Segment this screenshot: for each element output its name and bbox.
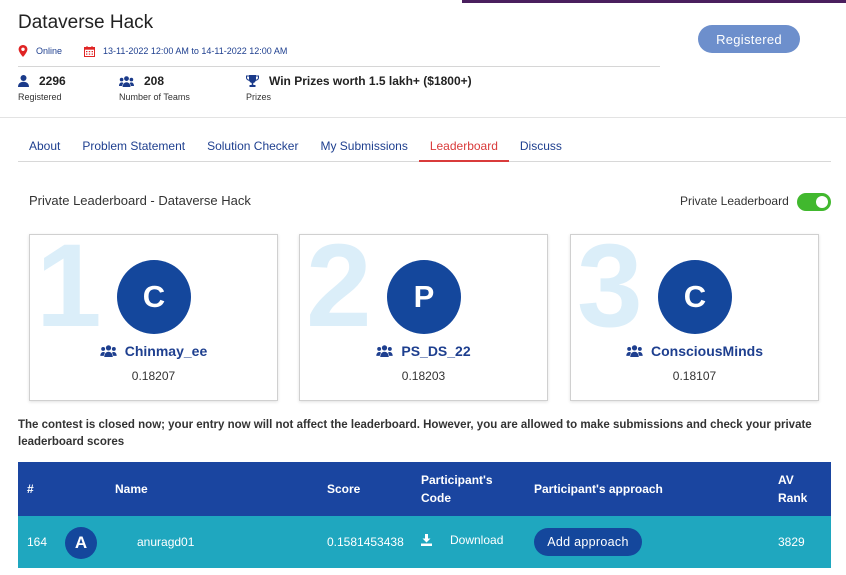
page-title: Dataverse Hack: [18, 12, 154, 33]
team-score: 0.18203: [401, 369, 446, 383]
team-name: Chinmay_ee: [124, 343, 208, 359]
trophy-icon: [246, 75, 259, 87]
team-name-row[interactable]: PS_DS_22: [300, 343, 547, 359]
stat-value: Win Prizes worth 1.5 lakh+ ($1800+): [269, 74, 472, 88]
header-name: Name: [115, 482, 148, 496]
row-rank: 164: [27, 535, 48, 549]
tab-about[interactable]: About: [18, 131, 71, 162]
tab-solution-checker[interactable]: Solution Checker: [196, 131, 309, 162]
contest-dates: 13-11-2022 12:00 AM to 14-11-2022 12:00 …: [103, 46, 288, 56]
header-code-line1: Participant's: [421, 473, 493, 487]
stat-teams: 208 Number of Teams: [119, 74, 190, 102]
team-name-row[interactable]: ConsciousMinds: [571, 343, 818, 359]
stat-label: Number of Teams: [119, 92, 190, 102]
contest-mode: Online: [36, 46, 63, 56]
row-av-rank: 3829: [778, 535, 805, 549]
download-label: Download: [450, 533, 504, 547]
table-row: 164 A anuragd01 0.1581453438 Download Ad…: [18, 516, 831, 568]
row-score: 0.1581453438: [327, 535, 404, 549]
leaderboard-table-header: # Name Score Participant's Code Particip…: [18, 462, 831, 516]
header-score: Score: [327, 482, 361, 496]
stat-value: 2296: [39, 74, 66, 88]
avatar: C: [117, 260, 191, 334]
users-icon: [626, 345, 643, 357]
header-divider: [18, 66, 660, 67]
leaderboard-title: Private Leaderboard - Dataverse Hack: [29, 193, 251, 208]
location-pin-icon: [18, 45, 28, 57]
header-av-line2: Rank: [778, 491, 808, 505]
download-icon: [421, 534, 432, 546]
toggle-label: Private Leaderboard: [680, 194, 789, 208]
header-av-line1: AV: [778, 473, 794, 487]
podium-card-1: 1 C Chinmay_ee 0.18207: [29, 234, 278, 401]
tab-my-submissions[interactable]: My Submissions: [309, 131, 418, 162]
stat-prizes: Win Prizes worth 1.5 lakh+ ($1800+) Priz…: [246, 74, 472, 102]
team-name: ConsciousMinds: [650, 343, 763, 359]
team-name: PS_DS_22: [401, 343, 471, 359]
user-icon: [18, 75, 29, 87]
stat-label: Prizes: [246, 92, 272, 102]
stat-registered: 2296 Registered: [18, 74, 66, 102]
avatar: A: [65, 527, 97, 559]
contest-tabs: About Problem Statement Solution Checker…: [18, 131, 831, 162]
tab-leaderboard[interactable]: Leaderboard: [418, 131, 509, 162]
section-divider: [0, 117, 846, 118]
avatar: P: [387, 260, 461, 334]
header-code-line2: Code: [421, 491, 451, 505]
toggle-knob: [816, 196, 828, 208]
users-icon: [119, 75, 134, 87]
rank-watermark: 1: [36, 234, 102, 352]
tab-problem-statement[interactable]: Problem Statement: [71, 131, 196, 162]
calendar-icon: [84, 45, 96, 57]
users-icon: [100, 345, 117, 357]
team-score: 0.18107: [672, 369, 717, 383]
top-accent-bar: [462, 0, 846, 3]
add-approach-button[interactable]: Add approach: [534, 528, 642, 556]
registered-button[interactable]: Registered: [698, 25, 800, 53]
podium-card-3: 3 C ConsciousMinds 0.18107: [570, 234, 819, 401]
contest-meta: Online 13-11-2022 12:00 AM to 14-11-2022…: [18, 45, 287, 57]
tab-discuss[interactable]: Discuss: [509, 131, 573, 162]
rank-watermark: 2: [306, 234, 372, 352]
avatar: C: [658, 260, 732, 334]
users-icon: [376, 345, 394, 357]
podium-card-2: 2 P PS_DS_22 0.18203: [299, 234, 548, 401]
stat-value: 208: [144, 74, 165, 88]
private-leaderboard-toggle[interactable]: [797, 193, 831, 211]
row-name[interactable]: anuragd01: [137, 535, 194, 549]
header-approach: Participant's approach: [534, 482, 663, 496]
rank-watermark: 3: [577, 234, 643, 352]
stat-label: Registered: [18, 92, 62, 102]
team-score: 0.18207: [131, 369, 176, 383]
download-code-link[interactable]: Download: [421, 533, 503, 547]
contest-closed-notice: The contest is closed now; your entry no…: [18, 419, 812, 448]
header-rank: #: [27, 482, 34, 496]
team-name-row[interactable]: Chinmay_ee: [30, 343, 277, 359]
